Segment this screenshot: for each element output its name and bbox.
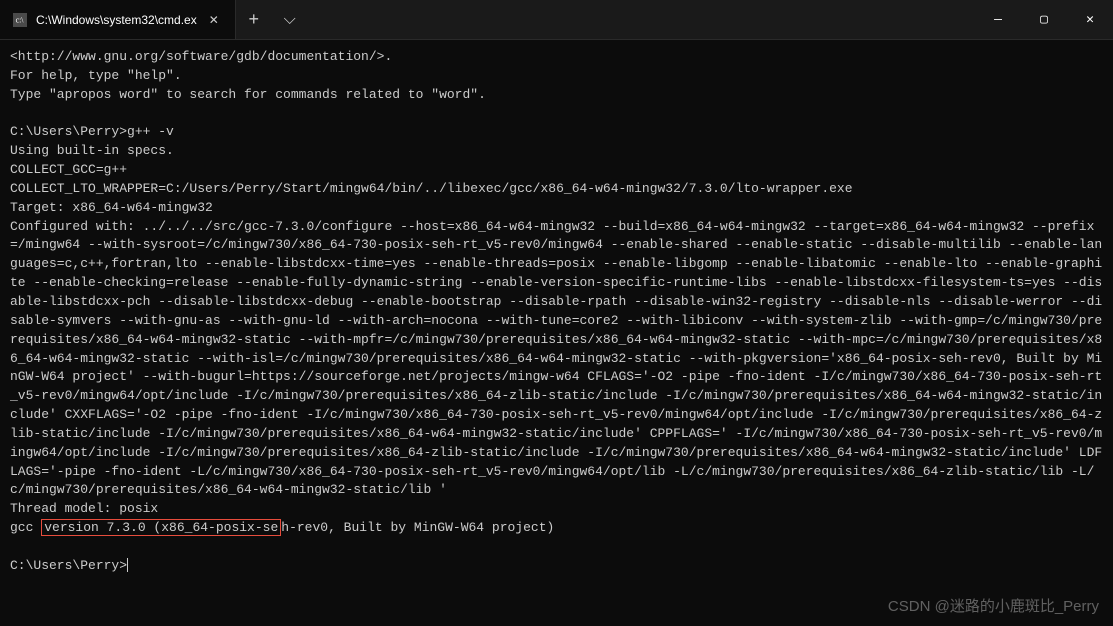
cmd-icon: c:\ <box>12 12 28 28</box>
window-controls: — ▢ ✕ <box>975 0 1113 39</box>
chevron-down-icon: ⌵ <box>284 11 296 29</box>
svg-text:c:\: c:\ <box>16 15 25 24</box>
plus-icon: + <box>248 9 259 30</box>
tab-cmd[interactable]: c:\ C:\Windows\system32\cmd.ex ✕ <box>0 0 236 39</box>
terminal-line: For help, type "help". <box>10 68 182 83</box>
terminal-line: Using built-in specs. <box>10 143 174 158</box>
close-window-button[interactable]: ✕ <box>1067 0 1113 39</box>
terminal-line: Target: x86_64-w64-mingw32 <box>10 200 213 215</box>
maximize-icon: ▢ <box>1040 12 1048 27</box>
tab-title: C:\Windows\system32\cmd.ex <box>36 13 197 27</box>
minimize-icon: — <box>994 12 1002 27</box>
terminal-prompt: C:\Users\Perry> <box>10 558 127 573</box>
terminal-line: Thread model: posix <box>10 501 158 516</box>
new-tab-button[interactable]: + <box>236 0 272 39</box>
terminal-line: gcc version 7.3.0 (x86_64-posix-seh-rev0… <box>10 519 554 536</box>
maximize-button[interactable]: ▢ <box>1021 0 1067 39</box>
close-icon: ✕ <box>1086 12 1094 27</box>
terminal-line: Type "apropos word" to search for comman… <box>10 87 486 102</box>
terminal-line: C:\Users\Perry>g++ -v <box>10 124 174 139</box>
watermark: CSDN @迷路的小鹿斑比_Perry <box>888 595 1099 616</box>
tab-close-button[interactable]: ✕ <box>205 11 223 29</box>
cursor <box>127 558 128 572</box>
minimize-button[interactable]: — <box>975 0 1021 39</box>
terminal-line: <http://www.gnu.org/software/gdb/documen… <box>10 49 392 64</box>
terminal-line: COLLECT_GCC=g++ <box>10 162 127 177</box>
tab-dropdown-button[interactable]: ⌵ <box>272 0 308 39</box>
titlebar: c:\ C:\Windows\system32\cmd.ex ✕ + ⌵ — ▢… <box>0 0 1113 40</box>
terminal-output[interactable]: <http://www.gnu.org/software/gdb/documen… <box>0 40 1113 584</box>
terminal-line: COLLECT_LTO_WRAPPER=C:/Users/Perry/Start… <box>10 181 853 196</box>
version-highlight: version 7.3.0 (x86_64-posix-se <box>41 519 281 536</box>
terminal-line: Configured with: ../../../src/gcc-7.3.0/… <box>10 219 1102 498</box>
close-icon: ✕ <box>209 13 219 27</box>
